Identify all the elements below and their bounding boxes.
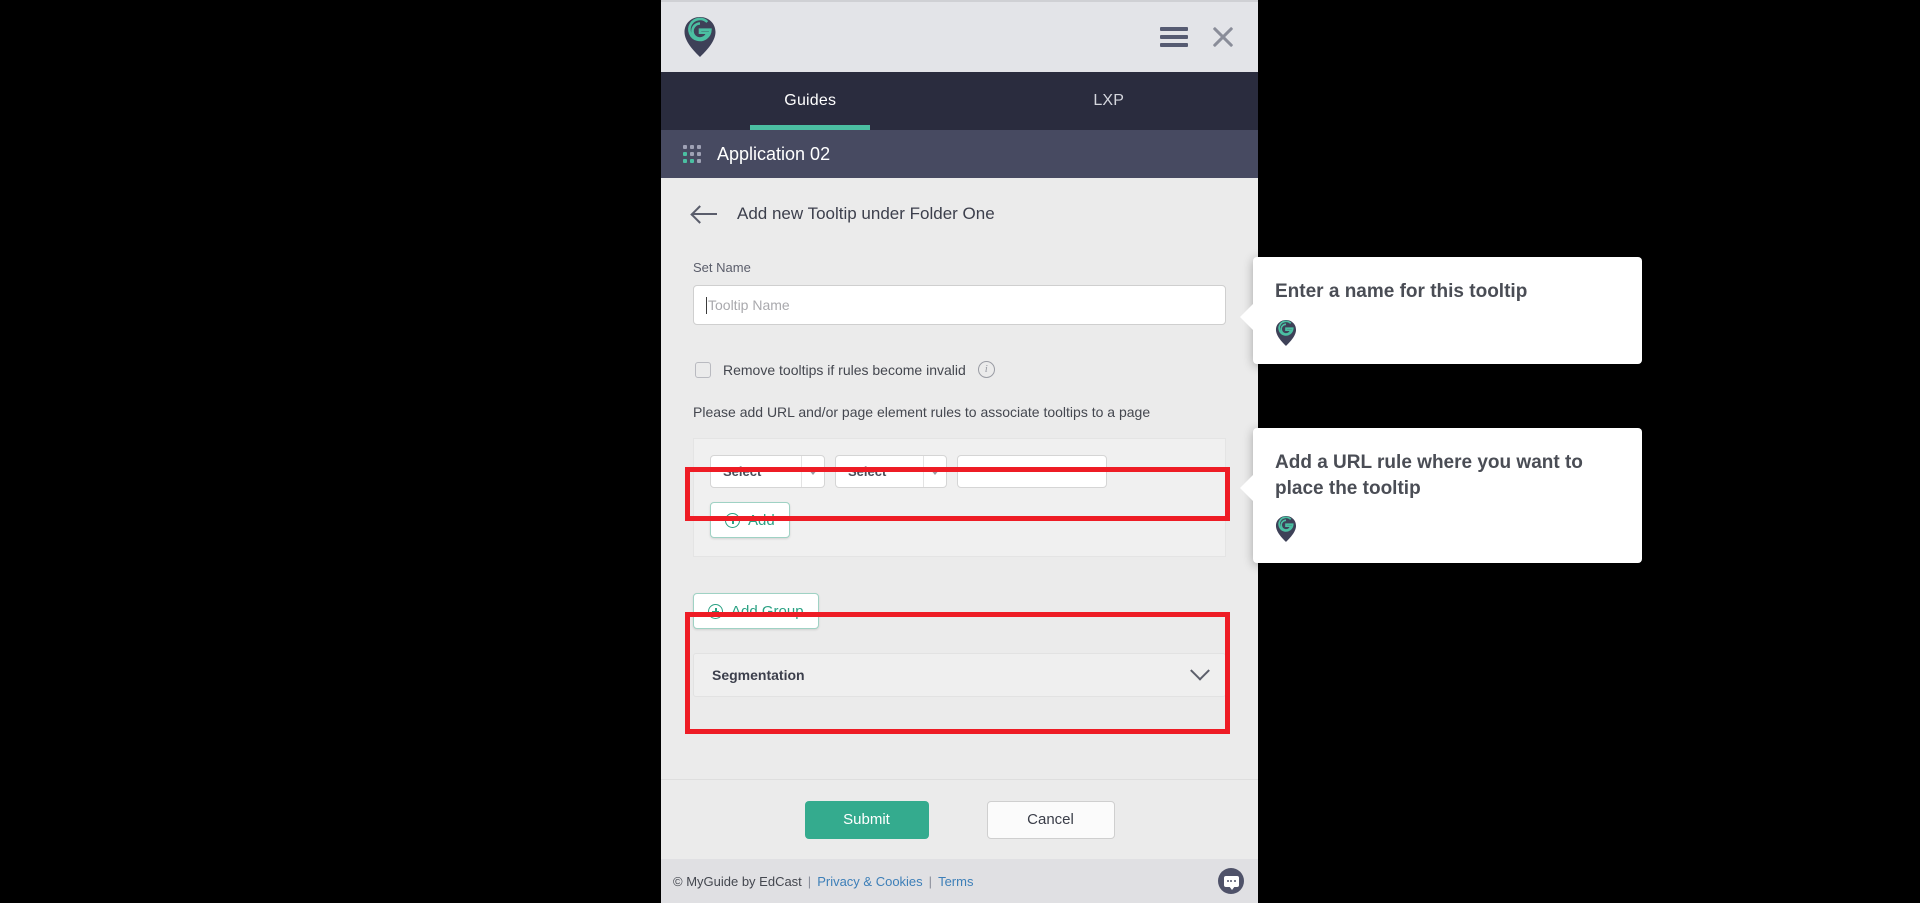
tooltip-name-input[interactable]: Tooltip Name [693, 285, 1226, 325]
chat-bubble-icon[interactable] [1218, 868, 1244, 894]
map-pin-g-logo-icon [1275, 319, 1297, 347]
header-actions [1160, 24, 1236, 50]
tab-bar: Guides LXP [661, 72, 1258, 130]
callout-url-rule: Add a URL rule where you want to place t… [1240, 428, 1642, 563]
hamburger-menu-icon[interactable] [1160, 27, 1188, 47]
terms-link[interactable]: Terms [938, 874, 973, 889]
myguide-panel: Guides LXP Application 02 Add new Toolti… [661, 0, 1258, 903]
set-name-label: Set Name [693, 260, 751, 275]
copyright-text: © MyGuide by EdCast [673, 873, 802, 889]
tab-guides-label: Guides [784, 92, 837, 109]
remove-tooltips-row: Remove tooltips if rules become invalid … [661, 325, 1258, 378]
highlight-box-rules-section [685, 612, 1230, 734]
tab-lxp-label: LXP [1093, 92, 1125, 109]
tab-lxp[interactable]: LXP [960, 72, 1259, 130]
callout-text: Add a URL rule where you want to place t… [1275, 452, 1583, 499]
footer-bar: © MyGuide by EdCast | Privacy & Cookies … [661, 859, 1258, 903]
close-icon[interactable] [1210, 24, 1236, 50]
callout-text: Enter a name for this tooltip [1275, 281, 1528, 302]
screen-root: Guides LXP Application 02 Add new Toolti… [0, 0, 1920, 903]
text-caret [706, 296, 707, 314]
map-pin-g-logo-icon [683, 16, 717, 58]
cancel-button[interactable]: Cancel [986, 800, 1115, 839]
footer-separator: | [807, 873, 812, 889]
callout-tooltip-name: Enter a name for this tooltip [1240, 257, 1642, 364]
submit-button[interactable]: Submit [804, 800, 929, 839]
panel-header [661, 0, 1258, 72]
back-arrow-icon[interactable] [693, 204, 719, 224]
remove-tooltips-label: Remove tooltips if rules become invalid [723, 361, 966, 378]
name-input-wrap: Tooltip Name [661, 275, 1258, 325]
remove-tooltips-checkbox[interactable] [695, 361, 711, 378]
footer-separator: | [928, 873, 933, 889]
page-title: Add new Tooltip under Folder One [737, 204, 995, 223]
tab-guides[interactable]: Guides [661, 72, 960, 130]
application-title: Application 02 [717, 143, 831, 164]
tooltip-name-placeholder: Tooltip Name [708, 297, 790, 313]
form-actions: Submit Cancel [661, 779, 1258, 859]
map-pin-g-logo-icon [1275, 515, 1297, 543]
highlight-box-name-field [685, 467, 1230, 521]
rules-hint-text: Please add URL and/or page element rules… [693, 404, 1151, 420]
breadcrumb: Add new Tooltip under Folder One [661, 178, 1258, 224]
privacy-link[interactable]: Privacy & Cookies [817, 874, 922, 889]
panel-body: Add new Tooltip under Folder One Set Nam… [661, 178, 1258, 903]
app-grid-icon[interactable] [683, 145, 701, 163]
application-bar: Application 02 [661, 130, 1258, 178]
info-icon[interactable]: i [977, 361, 995, 378]
